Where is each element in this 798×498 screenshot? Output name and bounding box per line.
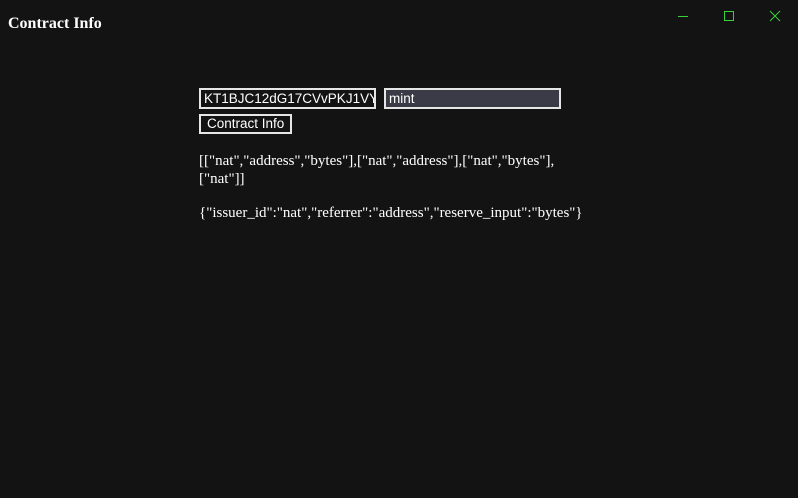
entrypoint-input[interactable]: mint	[384, 88, 561, 109]
main-content: KT1BJC12dG17CVvPKJ1VYaNnaT5mzfnUTwXv min…	[199, 88, 619, 222]
minimize-button[interactable]	[660, 0, 706, 32]
close-icon	[769, 10, 781, 22]
app-window: Contract Info KT1BJC12dG17CVvPKJ1V mint …	[0, 0, 798, 498]
parameter-types-output: [["nat","address","bytes"],["nat","addre…	[199, 153, 555, 187]
window-title: Contract Info	[8, 15, 102, 32]
minimize-icon	[678, 16, 688, 17]
maximize-icon	[724, 11, 734, 21]
contract-info-button[interactable]: Contract Info	[199, 114, 293, 134]
input-row: KT1BJC12dG17CVvPKJ1VYaNnaT5mzfnUTwXv min…	[199, 88, 619, 109]
window-controls	[660, 0, 798, 32]
title-bar: Contract Info	[0, 0, 798, 44]
parameter-map-output: {"issuer_id":"nat","referrer":"address",…	[199, 205, 583, 221]
contract-address-input[interactable]: KT1BJC12dG17CVvPKJ1VYaNnaT5mzfnUTwXv	[199, 88, 376, 109]
close-button[interactable]	[752, 0, 798, 32]
maximize-button[interactable]	[706, 0, 752, 32]
